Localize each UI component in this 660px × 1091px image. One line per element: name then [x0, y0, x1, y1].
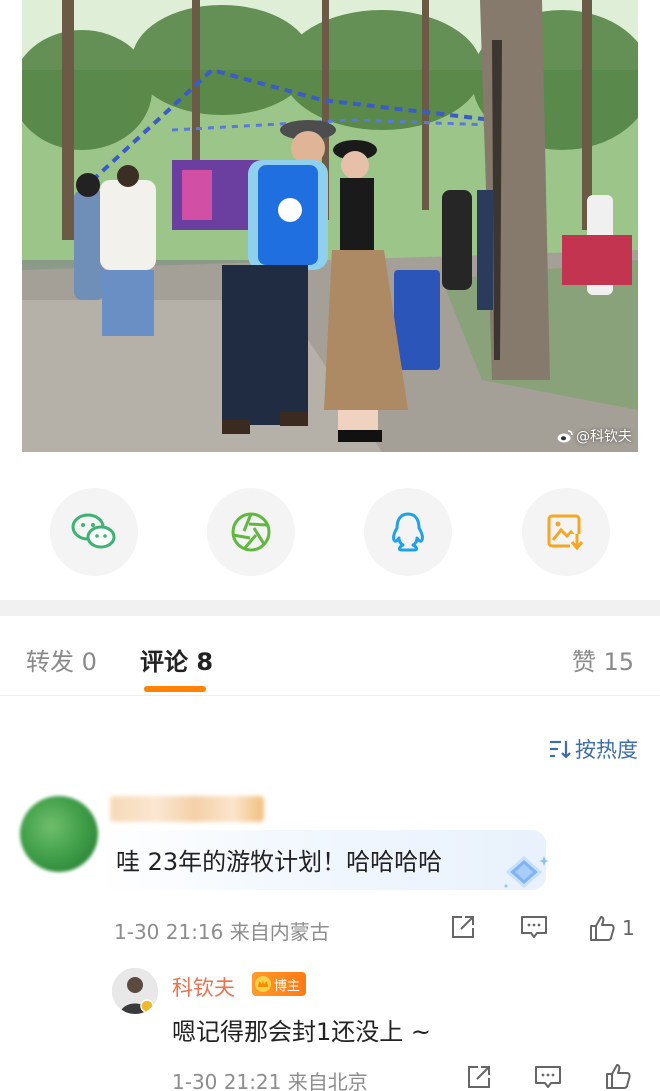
post-photo[interactable]: @科钦夫	[22, 0, 638, 452]
comment-text: 哇 23年的游牧计划！哈哈哈哈	[116, 848, 443, 876]
blogger-badge-label: 博主	[274, 978, 301, 994]
thumbs-up-icon	[606, 1064, 631, 1089]
blogger-badge: 博主	[252, 972, 307, 996]
tab-comments[interactable]: 评论 8	[140, 642, 213, 677]
tab-repost[interactable]: 转发 0	[26, 642, 97, 677]
sort-label: 按热度	[575, 738, 638, 762]
thumbs-up-icon	[590, 916, 615, 941]
reply-share-button[interactable]	[466, 1064, 492, 1090]
comment-icon	[535, 1066, 561, 1088]
active-tab-indicator	[144, 686, 206, 692]
comment-icon	[521, 916, 547, 938]
wechat-icon	[71, 513, 116, 549]
share-row	[0, 488, 660, 578]
reply-comment-button[interactable]	[534, 1064, 562, 1090]
author-avatar[interactable]	[112, 968, 158, 1014]
tab-likes[interactable]: 赞 15	[572, 642, 634, 677]
commenter-name-blurred[interactable]	[110, 796, 264, 822]
comment-meta: 1-30 21:16 来自内蒙古	[114, 920, 330, 944]
crown-icon	[255, 976, 271, 992]
save-image-icon	[547, 514, 584, 551]
weibo-logo-icon	[557, 430, 573, 443]
author-avatar-image	[112, 968, 158, 1014]
like-count: 1	[622, 916, 635, 940]
moments-icon	[231, 512, 271, 552]
watermark-text: @科钦夫	[576, 429, 632, 445]
sort-by-hot-button[interactable]: 按热度	[549, 734, 638, 764]
reply-meta: 1-30 21:21 来自北京	[172, 1070, 368, 1091]
section-divider	[0, 600, 660, 616]
reply-like-button[interactable]	[604, 1062, 632, 1090]
commenter-avatar[interactable]	[20, 796, 98, 872]
share-moments-button[interactable]	[207, 488, 295, 576]
comment-reply-button[interactable]	[520, 914, 548, 940]
share-qq-button[interactable]	[364, 488, 452, 576]
sort-icon	[550, 740, 571, 759]
qq-icon	[392, 512, 424, 552]
photo-watermark: @科钦夫	[557, 426, 632, 446]
share-wechat-button[interactable]	[50, 488, 138, 576]
comment-like-button[interactable]: 1	[588, 914, 635, 942]
interaction-tabs: 转发 0 评论 8 赞 15	[0, 616, 660, 696]
reply-text: 嗯记得那会封1还没上 ~	[172, 1018, 432, 1046]
share-arrow-icon	[468, 1066, 490, 1088]
reply-author-name[interactable]: 科钦夫	[172, 972, 235, 1002]
save-image-button[interactable]	[522, 488, 610, 576]
photo-scene	[22, 0, 638, 452]
share-arrow-icon	[452, 916, 474, 938]
comment-share-button[interactable]	[450, 914, 476, 940]
diamond-decoration-icon	[504, 856, 549, 888]
